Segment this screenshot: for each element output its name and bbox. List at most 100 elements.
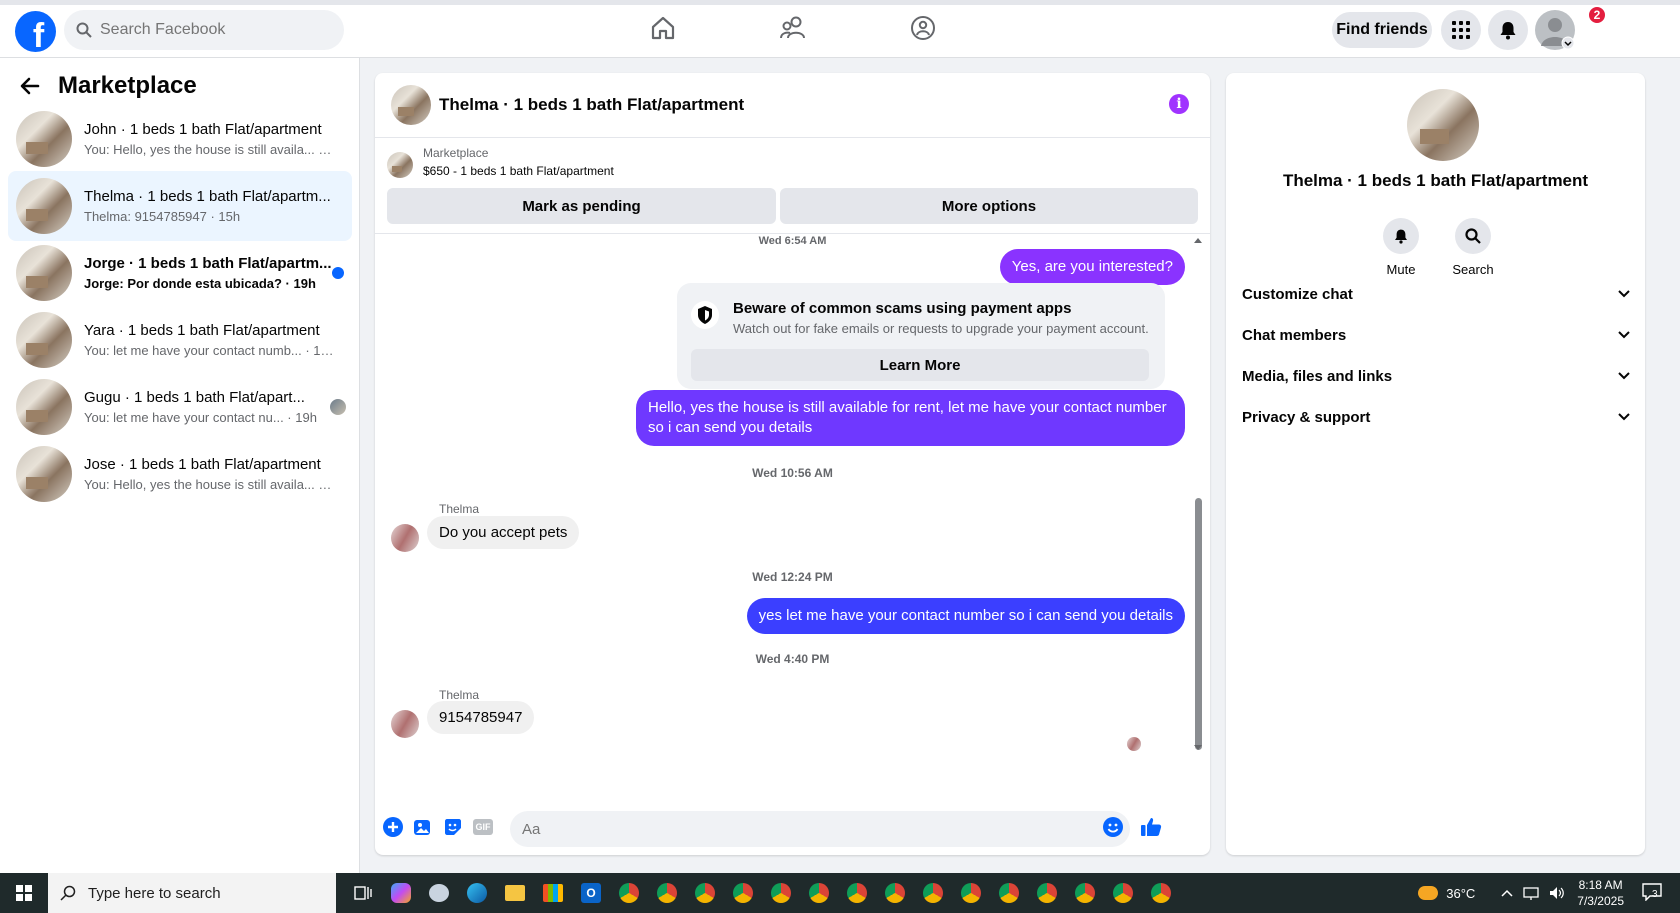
timestamp: Wed 10:56 AM (752, 466, 833, 480)
conversation-item-thelma[interactable]: Thelma · 1 beds 1 bath Flat/apartm... Th… (8, 171, 352, 241)
listing-source: Marketplace (423, 146, 489, 160)
clock-time: 8:18 AM (1578, 878, 1623, 892)
listing-thumbnail (16, 379, 72, 435)
temperature[interactable]: 36°C (1446, 886, 1475, 901)
sender-avatar[interactable] (391, 524, 419, 552)
scroll-down-icon[interactable] (1193, 744, 1203, 752)
mark-as-pending-button[interactable]: Mark as pending (387, 188, 776, 224)
conversation-preview: Thelma: 9154785947 · 15h (84, 209, 241, 224)
taskbar-search[interactable]: Type here to search (48, 873, 336, 913)
conversation-preview: You: Hello, yes the house is still avail… (84, 477, 334, 492)
back-arrow-icon[interactable] (20, 76, 40, 96)
chrome-profile-icon[interactable] (1104, 873, 1142, 913)
task-view-icon[interactable] (344, 873, 382, 913)
sender-avatar[interactable] (391, 710, 419, 738)
chrome-icon[interactable] (610, 873, 648, 913)
learn-more-button[interactable]: Learn More (691, 349, 1149, 381)
privacy-support-row[interactable]: Privacy & support (1242, 397, 1630, 437)
chrome-profile-icon[interactable] (686, 873, 724, 913)
network-icon[interactable] (1523, 886, 1539, 900)
gif-icon[interactable]: GIF (471, 815, 495, 839)
outlook-icon[interactable]: O (572, 873, 610, 913)
thumbs-up-icon[interactable] (1139, 815, 1163, 839)
chrome-profile-icon[interactable] (1066, 873, 1104, 913)
chat-header: Thelma · 1 beds 1 bath Flat/apartment i (375, 73, 1210, 138)
unread-dot (332, 267, 344, 279)
mute-button[interactable]: Mute (1371, 218, 1431, 277)
search-in-chat-button[interactable]: Search (1443, 218, 1503, 277)
more-options-button[interactable]: More options (780, 188, 1198, 224)
notifications-bell-icon[interactable] (1488, 10, 1528, 50)
facebook-search[interactable] (64, 10, 344, 50)
conversation-item-jorge[interactable]: Jorge · 1 beds 1 bath Flat/apartm... Jor… (8, 238, 352, 308)
info-icon[interactable]: i (1169, 94, 1189, 114)
chrome-profile-icon[interactable] (990, 873, 1028, 913)
emoji-icon[interactable] (1101, 815, 1125, 839)
chrome-profile-icon[interactable] (762, 873, 800, 913)
conversation-title: Jorge · 1 beds 1 bath Flat/apartm... (84, 255, 332, 272)
app-icon[interactable] (420, 873, 458, 913)
conversation-item-yara[interactable]: Yara · 1 beds 1 bath Flat/apartment You:… (8, 305, 352, 375)
header-divider (375, 233, 1210, 234)
bell-icon (1383, 218, 1419, 254)
groups-icon[interactable] (910, 15, 936, 46)
chrome-profile-icon[interactable] (800, 873, 838, 913)
chat-panel: Thelma · 1 beds 1 bath Flat/apartment i … (375, 73, 1210, 855)
message-bubble-outgoing: Hello, yes the house is still available … (636, 390, 1185, 446)
marketplace-sidebar: Marketplace John · 1 beds 1 bath Flat/ap… (0, 58, 360, 873)
chrome-profile-icon[interactable] (838, 873, 876, 913)
listing-thumbnail-large[interactable] (1407, 89, 1479, 161)
system-tray: 36°C 8:18 AM 7/3/2025 3 (1418, 873, 1680, 913)
plus-icon[interactable] (381, 815, 405, 839)
copilot-icon[interactable] (382, 873, 420, 913)
chrome-profile-icon[interactable] (914, 873, 952, 913)
account-avatar[interactable] (1535, 10, 1575, 50)
windows-start-icon[interactable] (0, 873, 48, 913)
action-center-count: 3 (1652, 889, 1658, 900)
chrome-profile-icon[interactable] (724, 873, 762, 913)
search-icon (1455, 218, 1491, 254)
chat-scrollbar[interactable] (1195, 498, 1202, 750)
chrome-profile-icon[interactable] (648, 873, 686, 913)
customize-chat-row[interactable]: Customize chat (1242, 274, 1630, 314)
weather-icon[interactable] (1418, 886, 1439, 900)
chrome-profile-icon[interactable] (1142, 873, 1180, 913)
find-friends-button[interactable]: Find friends (1332, 12, 1432, 48)
edge-browser-icon[interactable] (458, 873, 496, 913)
store-icon[interactable] (534, 873, 572, 913)
chat-avatar[interactable] (391, 85, 431, 125)
conversation-title: Yara · 1 beds 1 bath Flat/apartment (84, 322, 320, 339)
chevron-up-icon[interactable] (1501, 889, 1513, 897)
chrome-profile-icon[interactable] (952, 873, 990, 913)
chrome-profile-icon[interactable] (876, 873, 914, 913)
facebook-logo[interactable]: f (15, 11, 56, 52)
clock[interactable]: 8:18 AM 7/3/2025 (1577, 877, 1624, 909)
listing-summary[interactable]: Marketplace $650 - 1 beds 1 bath Flat/ap… (387, 146, 614, 178)
taskbar-app-icons: O (344, 873, 1180, 913)
home-icon[interactable] (650, 15, 676, 46)
media-files-links-row[interactable]: Media, files and links (1242, 356, 1630, 396)
conversation-item-john[interactable]: John · 1 beds 1 bath Flat/apartment You:… (8, 104, 352, 174)
scam-warning-title: Beware of common scams using payment app… (733, 300, 1072, 317)
menu-grid-icon[interactable] (1441, 10, 1481, 50)
photo-icon[interactable] (411, 815, 435, 839)
conversation-preview: Jorge: Por donde esta ubicada? · 19h (84, 276, 316, 291)
clock-date: 7/3/2025 (1577, 894, 1624, 908)
file-explorer-icon[interactable] (496, 873, 534, 913)
row-label: Privacy & support (1242, 408, 1371, 426)
sticker-icon[interactable] (441, 815, 465, 839)
scroll-up-icon[interactable] (1193, 236, 1203, 244)
chrome-profile-icon[interactable] (1028, 873, 1066, 913)
search-icon (76, 22, 92, 38)
message-input[interactable] (510, 811, 1130, 847)
chat-members-row[interactable]: Chat members (1242, 315, 1630, 355)
chat-title[interactable]: Thelma · 1 beds 1 bath Flat/apartment (439, 95, 744, 115)
conversation-preview: You: Hello, yes the house is still avail… (84, 142, 334, 157)
friends-icon[interactable] (779, 15, 807, 46)
action-center-icon[interactable]: 3 (1642, 883, 1666, 903)
search-input[interactable] (100, 21, 320, 39)
conversation-item-gugu[interactable]: Gugu · 1 beds 1 bath Flat/apart... You: … (8, 372, 352, 442)
volume-icon[interactable] (1549, 886, 1565, 900)
conversation-item-jose[interactable]: Jose · 1 beds 1 bath Flat/apartment You:… (8, 439, 352, 509)
listing-thumbnail (16, 178, 72, 234)
